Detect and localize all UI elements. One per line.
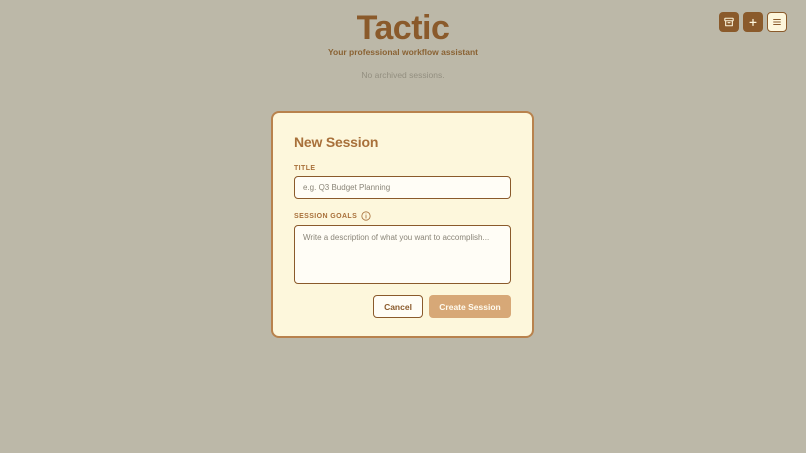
menu-button[interactable] — [767, 12, 787, 32]
plus-icon — [749, 18, 757, 26]
app-subtitle: Your professional workflow assistant — [327, 47, 479, 57]
session-goals-label-text: SESSION GOALS — [294, 212, 358, 220]
title-label: TITLE — [294, 165, 511, 172]
cancel-button[interactable]: Cancel — [373, 295, 423, 318]
modal-actions: Cancel Create Session — [373, 295, 511, 318]
app-title: Tactic — [356, 9, 450, 47]
session-goals-label: SESSION GOALS — [294, 211, 511, 221]
title-label-text: TITLE — [294, 165, 316, 172]
add-session-button[interactable] — [743, 12, 763, 32]
top-action-bar — [719, 12, 787, 32]
archive-button[interactable] — [719, 12, 739, 32]
session-goals-textarea[interactable] — [294, 225, 511, 284]
modal-title: New Session — [294, 134, 379, 150]
title-input[interactable] — [294, 176, 511, 199]
app-header: Tactic Your professional workflow assist… — [0, 10, 806, 57]
hamburger-menu-icon — [773, 18, 781, 26]
archive-icon — [724, 17, 734, 27]
create-session-button[interactable]: Create Session — [429, 295, 511, 318]
info-icon[interactable] — [361, 211, 371, 221]
archived-sessions-empty-message: No archived sessions. — [361, 70, 445, 80]
new-session-modal: New Session TITLE SESSION GOALS Cancel C… — [271, 111, 534, 338]
